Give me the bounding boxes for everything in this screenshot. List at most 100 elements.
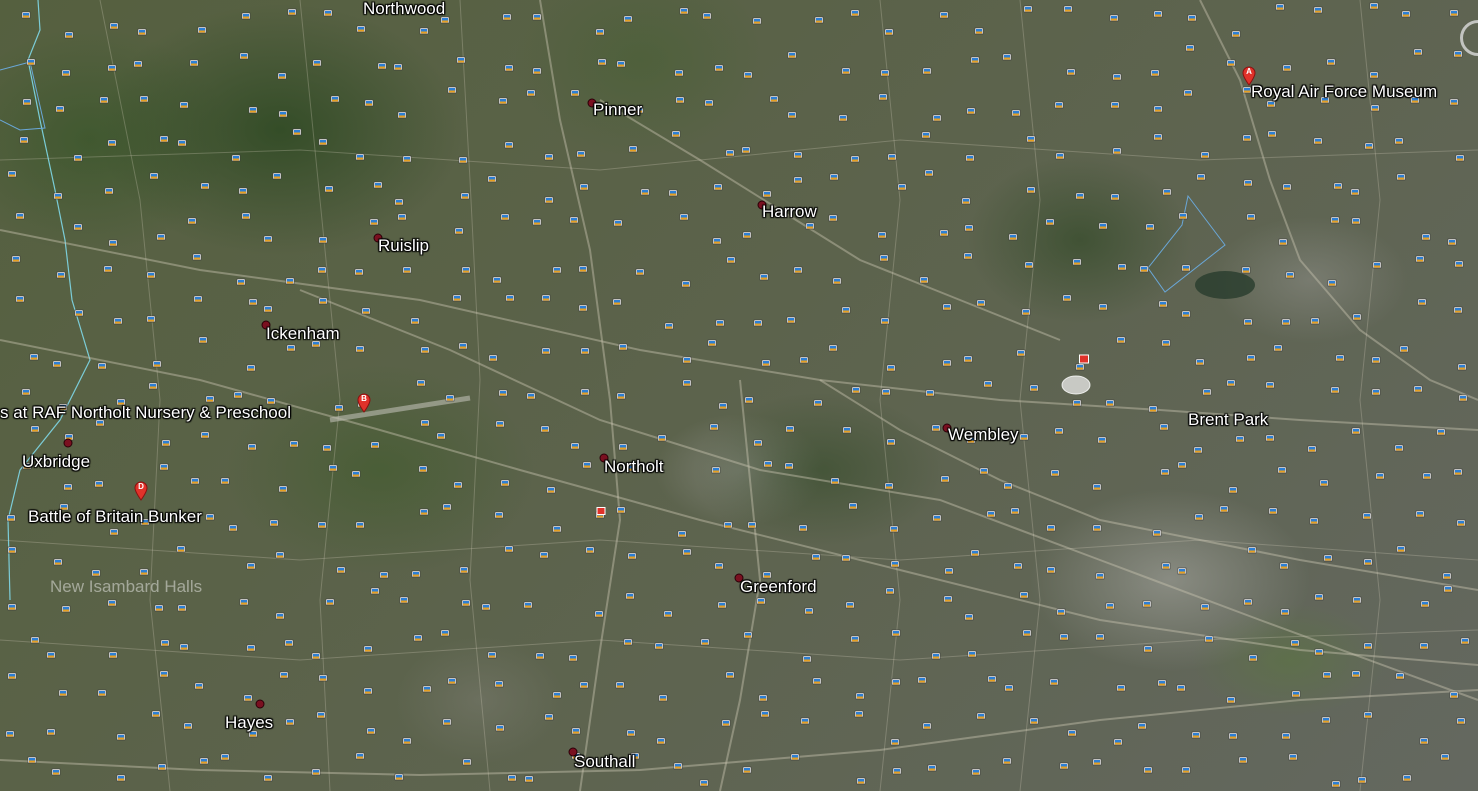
photo-icon[interactable] [1178,212,1188,220]
photo-icon[interactable] [239,52,249,60]
photo-icon[interactable] [1019,591,1029,599]
photo-icon[interactable] [402,737,412,745]
photo-icon[interactable] [568,654,578,662]
photo-icon[interactable] [1350,188,1360,196]
photo-icon[interactable] [932,514,942,522]
photo-icon[interactable] [461,266,471,274]
photo-icon[interactable] [1176,684,1186,692]
photo-icon[interactable] [159,135,169,143]
photo-icon[interactable] [481,603,491,611]
photo-icon[interactable] [1002,757,1012,765]
photo-icon[interactable] [179,643,189,651]
photo-icon[interactable] [845,601,855,609]
photo-icon[interactable] [1394,137,1404,145]
place-label-battle-of-britain-bunker[interactable]: Battle of Britain Bunker [28,508,202,525]
photo-icon[interactable] [156,233,166,241]
photo-icon[interactable] [1116,336,1126,344]
photo-icon[interactable] [966,107,976,115]
photo-icon[interactable] [1310,317,1320,325]
photo-icon[interactable] [931,424,941,432]
photo-icon[interactable] [462,758,472,766]
photo-icon[interactable] [285,718,295,726]
photo-icon[interactable] [284,639,294,647]
placemark-pin-d[interactable]: D [134,481,148,501]
photo-icon[interactable] [373,181,383,189]
photo-icon[interactable] [725,671,735,679]
photo-icon[interactable] [1372,261,1382,269]
photo-icon[interactable] [458,156,468,164]
photo-icon[interactable] [109,22,119,30]
photo-icon[interactable] [488,354,498,362]
photo-icon[interactable] [970,549,980,557]
photo-icon[interactable] [1112,73,1122,81]
photo-icon[interactable] [897,183,907,191]
photo-icon[interactable] [492,276,502,284]
photo-icon[interactable] [743,71,753,79]
photo-icon[interactable] [618,443,628,451]
photo-icon[interactable] [523,601,533,609]
photo-icon[interactable] [544,713,554,721]
photo-icon[interactable] [1092,524,1102,532]
photo-icon[interactable] [677,530,687,538]
photo-icon[interactable] [487,175,497,183]
poi-marker-icon[interactable] [596,507,606,515]
photo-icon[interactable] [1200,603,1210,611]
photo-icon[interactable] [231,154,241,162]
photo-icon[interactable] [275,551,285,559]
photo-icon[interactable] [277,72,287,80]
photo-icon[interactable] [1363,558,1373,566]
photo-icon[interactable] [664,322,674,330]
photo-icon[interactable] [159,463,169,471]
place-label-raf-northolt-nursery[interactable]: s at RAF Northolt Nursery & Preschool [0,404,291,421]
photo-icon[interactable] [919,276,929,284]
photo-icon[interactable] [190,477,200,485]
photo-icon[interactable] [1185,44,1195,52]
photo-icon[interactable] [1313,6,1323,14]
photo-icon[interactable] [504,545,514,553]
photo-icon[interactable] [654,642,664,650]
photo-icon[interactable] [149,172,159,180]
photo-icon[interactable] [289,440,299,448]
photo-icon[interactable] [286,344,296,352]
photo-icon[interactable] [979,467,989,475]
photo-icon[interactable] [798,524,808,532]
photo-icon[interactable] [854,710,864,718]
photo-icon[interactable] [524,775,534,783]
photo-icon[interactable] [976,299,986,307]
photo-icon[interactable] [761,359,771,367]
photo-icon[interactable] [363,645,373,653]
photo-icon[interactable] [199,757,209,765]
photo-icon[interactable] [494,511,504,519]
photo-icon[interactable] [1420,600,1430,608]
photo-icon[interactable] [220,477,230,485]
photo-icon[interactable] [192,253,202,261]
photo-icon[interactable] [1447,238,1457,246]
photo-icon[interactable] [850,155,860,163]
photo-icon[interactable] [246,562,256,570]
photo-icon[interactable] [1105,399,1115,407]
photo-icon[interactable] [292,128,302,136]
photo-icon[interactable] [880,69,890,77]
photo-icon[interactable] [717,601,727,609]
photo-icon[interactable] [793,266,803,274]
photo-icon[interactable] [116,733,126,741]
photo-icon[interactable] [1351,427,1361,435]
photo-icon[interactable] [1143,766,1153,774]
photo-icon[interactable] [931,652,941,660]
photo-icon[interactable] [236,278,246,286]
photo-icon[interactable] [436,432,446,440]
photo-icon[interactable] [363,687,373,695]
photo-icon[interactable] [922,67,932,75]
photo-icon[interactable] [1277,466,1287,474]
photo-icon[interactable] [1419,737,1429,745]
photo-icon[interactable] [440,629,450,637]
photo-icon[interactable] [377,62,387,70]
photo-icon[interactable] [1396,173,1406,181]
photo-icon[interactable] [1281,732,1291,740]
photo-icon[interactable] [1049,678,1059,686]
photo-icon[interactable] [702,12,712,20]
photo-icon[interactable] [758,694,768,702]
photo-icon[interactable] [1396,545,1406,553]
photo-icon[interactable] [26,58,36,66]
photo-icon[interactable] [1075,192,1085,200]
